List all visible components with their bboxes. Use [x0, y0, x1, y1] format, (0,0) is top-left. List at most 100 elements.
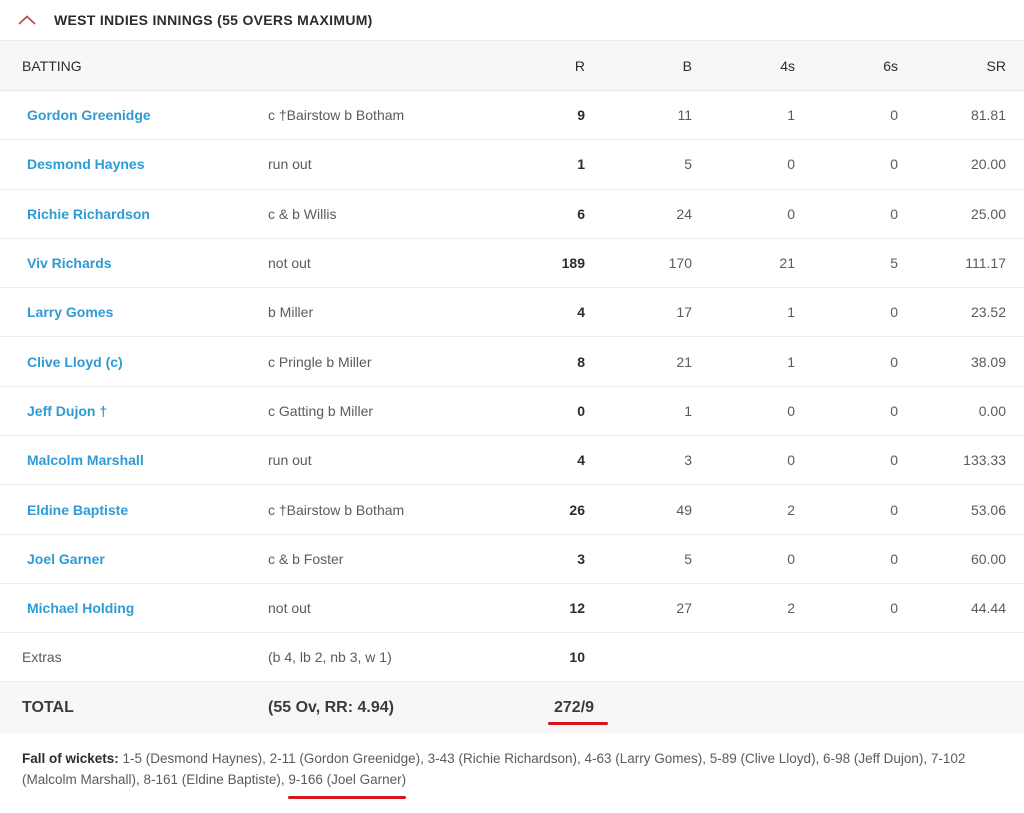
runs: 1 [577, 156, 585, 173]
balls: 24 [676, 205, 692, 222]
header-balls: B [682, 57, 692, 74]
strike-rate: 20.00 [970, 156, 1006, 173]
header-runs: R [574, 57, 585, 74]
sixes: 0 [890, 107, 898, 124]
batsman-row: Desmond Haynes run out 1 5 0 0 20.00 [0, 140, 1024, 190]
batting-scorecard: BATTING R B 4s 6s SR Gordon Greenidge c †… [0, 40, 1024, 734]
strike-rate: 53.06 [970, 501, 1006, 518]
runs: 26 [569, 501, 585, 518]
batsman-row: Gordon Greenidge c †Bairstow b Botham 9 11 1… [0, 91, 1024, 140]
fours: 0 [787, 402, 795, 419]
runs: 12 [569, 600, 585, 617]
runs: 4 [577, 452, 585, 469]
batsman-row: Joel Garner c & b Foster 3 5 0 0 60.00 [0, 534, 1024, 584]
batsman-row: Malcolm Marshall run out 4 3 0 0 133.33 [0, 436, 1024, 485]
batsman-name-link[interactable]: Viv Richards [27, 255, 112, 271]
dismissal: c Pringle b Miller [268, 353, 372, 370]
fours: 2 [787, 600, 795, 617]
fall-of-wickets-text: 1-5 (Desmond Haynes), 2-11 (Gordon Green… [22, 750, 966, 787]
fall-of-wickets-highlight-text: 9-166 (Joel Garner) [288, 771, 407, 787]
sixes: 0 [890, 402, 898, 419]
header-fours: 4s [780, 57, 795, 74]
batsman-name-link[interactable]: Clive Lloyd (c) [27, 354, 123, 370]
runs: 4 [577, 304, 585, 321]
strike-rate: 44.44 [970, 600, 1006, 617]
fall-of-wickets: Fall of wickets: 1-5 (Desmond Haynes), 2… [0, 734, 1024, 799]
balls: 3 [684, 452, 692, 469]
highlight-underline [288, 795, 407, 799]
batsman-row: Larry Gomes b Miller 4 17 1 0 23.52 [0, 288, 1024, 337]
batsman-name-link[interactable]: Malcolm Marshall [27, 452, 144, 468]
total-score-value: 272/9 [554, 699, 595, 717]
fours: 1 [787, 304, 795, 321]
fours: 0 [787, 205, 795, 222]
header-batting: BATTING [22, 57, 82, 74]
dismissal: c †Bairstow b Botham [268, 501, 405, 518]
innings-title: WEST INDIES INNINGS (55 OVERS MAXIMUM) [54, 12, 373, 28]
runs: 0 [577, 402, 585, 419]
balls: 5 [684, 550, 692, 567]
strike-rate: 23.52 [970, 304, 1006, 321]
dismissal: run out [268, 156, 312, 173]
runs: 3 [577, 550, 585, 567]
fours: 0 [787, 452, 795, 469]
sixes: 0 [890, 304, 898, 321]
batsman-name-link[interactable]: Michael Holding [27, 600, 134, 616]
extras-label: Extras [22, 649, 62, 666]
balls: 21 [676, 353, 692, 370]
strike-rate: 60.00 [970, 550, 1006, 567]
balls: 11 [677, 107, 692, 124]
fall-of-wickets-label: Fall of wickets: [22, 750, 119, 766]
batsman-name-link[interactable]: Jeff Dujon † [27, 403, 107, 419]
batsman-row: Michael Holding not out 12 27 2 0 44.44 [0, 583, 1024, 633]
dismissal: not out [268, 600, 311, 617]
highlight-underline [548, 722, 609, 726]
dismissal: c †Bairstow b Botham [268, 107, 405, 124]
scorecard-header-row: BATTING R B 4s 6s SR [0, 40, 1024, 91]
batsman-row: Viv Richards not out 189 170 21 5 111.17 [0, 238, 1024, 288]
strike-rate: 81.81 [970, 107, 1006, 124]
sixes: 5 [890, 255, 898, 272]
runs: 6 [577, 205, 585, 222]
batsman-row: Clive Lloyd (c) c Pringle b Miller 8 21 1 0 38… [0, 337, 1024, 387]
total-score: 272/9 [548, 699, 609, 726]
batsman-name-link[interactable]: Joel Garner [27, 551, 105, 567]
total-detail: (55 Ov, RR: 4.94) [268, 699, 394, 717]
dismissal: c & b Willis [268, 205, 337, 222]
header-dismissal [250, 41, 530, 91]
balls: 5 [684, 156, 692, 173]
sixes: 0 [890, 501, 898, 518]
batsman-name-link[interactable]: Desmond Haynes [27, 156, 144, 172]
balls: 27 [676, 600, 692, 617]
sixes: 0 [890, 156, 898, 173]
sixes: 0 [890, 353, 898, 370]
total-row: TOTAL (55 Ov, RR: 4.94) 272/9 [0, 681, 1024, 734]
extras-detail: (b 4, lb 2, nb 3, w 1) [268, 649, 392, 666]
fours: 0 [787, 550, 795, 567]
fours: 0 [787, 156, 795, 173]
fours: 21 [779, 255, 795, 272]
runs: 8 [577, 353, 585, 370]
dismissal: c Gatting b Miller [268, 402, 374, 419]
dismissal: b Miller [268, 304, 314, 321]
strike-rate: 38.09 [970, 353, 1006, 370]
strike-rate: 111.17 [965, 255, 1006, 272]
extras-row: Extras (b 4, lb 2, nb 3, w 1) 10 [0, 633, 1024, 682]
batsman-name-link[interactable]: Gordon Greenidge [27, 107, 151, 123]
balls: 1 [684, 402, 692, 419]
fours: 2 [787, 501, 795, 518]
runs: 189 [561, 255, 585, 272]
chevron-up-icon[interactable] [16, 13, 38, 27]
batsman-name-link[interactable]: Richie Richardson [27, 206, 150, 222]
innings-header[interactable]: WEST INDIES INNINGS (55 OVERS MAXIMUM) [0, 0, 1024, 40]
dismissal: c & b Foster [268, 550, 344, 567]
total-label: TOTAL [22, 699, 74, 717]
runs: 9 [577, 107, 585, 124]
fours: 1 [787, 353, 795, 370]
batsman-name-link[interactable]: Larry Gomes [27, 304, 113, 320]
batsman-name-link[interactable]: Eldine Baptiste [27, 502, 128, 518]
dismissal: not out [268, 255, 311, 272]
fours: 1 [787, 107, 795, 124]
balls: 49 [676, 501, 692, 518]
sixes: 0 [890, 452, 898, 469]
